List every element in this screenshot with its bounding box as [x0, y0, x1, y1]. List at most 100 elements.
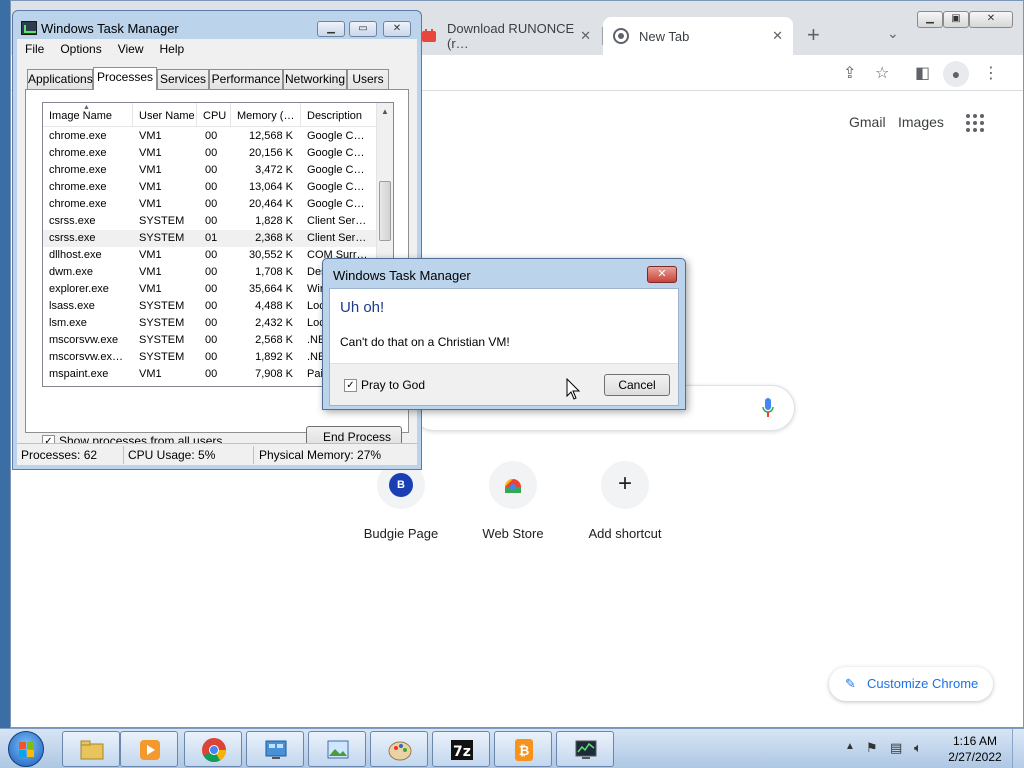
pray-to-god-checkbox[interactable]: ✓ Pray to God: [344, 378, 425, 392]
shortcut-label: Budgie Page: [363, 526, 439, 541]
cell-image: csrss.exe: [49, 215, 96, 227]
taskbar-explorer[interactable]: [62, 731, 120, 767]
cell-mem: 1,892 K: [255, 351, 293, 363]
budgie-icon: B: [389, 473, 413, 497]
table-row[interactable]: csrss.exe SYSTEM 01 2,368 K Client Ser…: [43, 230, 377, 247]
volume-icon[interactable]: 🔈︎: [914, 740, 922, 756]
tab-title: Download RUNONCE (r…: [447, 21, 575, 51]
column-cpu[interactable]: CPU: [197, 103, 231, 127]
cell-cpu: 00: [205, 334, 218, 346]
taskbar-chrome[interactable]: [184, 731, 242, 767]
status-divider: [123, 446, 124, 464]
tab-performance[interactable]: Performance: [209, 69, 283, 89]
table-row[interactable]: csrss.exe SYSTEM 00 1,828 K Client Ser…: [43, 213, 377, 230]
system-clock[interactable]: 1:16 AM 2/27/2022: [940, 733, 1010, 765]
scroll-up-icon[interactable]: ▲: [381, 107, 389, 116]
add-shortcut-button[interactable]: + Add shortcut: [569, 461, 681, 541]
control-panel-icon: [263, 737, 289, 763]
cell-mem: 2,368 K: [255, 232, 293, 244]
menu-view[interactable]: View: [110, 39, 152, 59]
clock-time: 1:16 AM: [952, 734, 998, 748]
svg-text:₿: ₿: [519, 744, 530, 759]
shortcut-web-store[interactable]: Web Store: [457, 461, 569, 541]
photo-viewer-icon: [325, 737, 351, 763]
customize-chrome-button[interactable]: ✎ Customize Chrome: [829, 667, 993, 701]
cell-cpu: 00: [205, 317, 218, 329]
menu-options[interactable]: Options: [52, 39, 109, 59]
table-row[interactable]: chrome.exe VM1 00 20,464 K Google C…: [43, 196, 377, 213]
cell-mem: 20,156 K: [248, 147, 293, 159]
menu-file[interactable]: File: [17, 39, 52, 59]
column-memory[interactable]: Memory (…: [231, 103, 301, 127]
column-description[interactable]: Description: [301, 103, 377, 127]
cell-user: VM1: [139, 181, 162, 193]
column-label: Image Name: [49, 110, 112, 122]
start-button[interactable]: [8, 731, 44, 767]
tab-title: New Tab: [639, 28, 690, 44]
scrollbar-thumb[interactable]: [379, 181, 391, 241]
close-icon[interactable]: ✕: [580, 28, 591, 44]
google-apps-icon[interactable]: [966, 114, 984, 132]
cell-cpu: 00: [205, 215, 218, 227]
network-icon[interactable]: ▤: [890, 740, 902, 756]
taskbar-task-manager[interactable]: [556, 731, 614, 767]
profile-icon[interactable]: ●: [943, 61, 969, 87]
dialog-close-button[interactable]: ✕: [647, 266, 677, 283]
microphone-icon[interactable]: [762, 398, 774, 418]
bookmark-star-icon[interactable]: ☆: [875, 63, 889, 83]
pencil-icon: ✎: [845, 676, 856, 691]
tab-download-runonce[interactable]: Download RUNONCE (r… ✕: [411, 17, 601, 55]
shortcut-tile: +: [601, 461, 649, 509]
cell-image: csrss.exe: [49, 232, 96, 244]
cell-mem: 12,568 K: [248, 130, 293, 142]
taskbar-paint[interactable]: [370, 731, 428, 767]
side-panel-icon[interactable]: ◧: [915, 63, 930, 83]
checkbox-icon[interactable]: ✓: [344, 378, 357, 392]
new-tab-button[interactable]: +: [807, 23, 820, 47]
table-row[interactable]: chrome.exe VM1 00 12,568 K Google C…: [43, 128, 377, 145]
close-button[interactable]: ✕: [969, 11, 1013, 28]
taskbar-bitcoin[interactable]: ₿: [494, 731, 552, 767]
table-row[interactable]: chrome.exe VM1 00 20,156 K Google C…: [43, 145, 377, 162]
cell-user: SYSTEM: [139, 232, 185, 244]
column-user-name[interactable]: User Name: [133, 103, 197, 127]
table-row[interactable]: chrome.exe VM1 00 3,472 K Google C…: [43, 162, 377, 179]
minimize-button[interactable]: ▁: [317, 21, 345, 37]
tab-new-tab[interactable]: New Tab ✕: [603, 17, 793, 55]
taskbar-photo-viewer[interactable]: [308, 731, 366, 767]
taskbar-media-player[interactable]: [120, 731, 178, 767]
maximize-button[interactable]: ▭: [349, 21, 377, 37]
close-button[interactable]: ✕: [383, 21, 411, 37]
folder-icon: [79, 737, 105, 763]
tab-services[interactable]: Services: [157, 69, 209, 89]
menu-help[interactable]: Help: [152, 39, 193, 59]
maximize-button[interactable]: ▣: [943, 11, 969, 28]
chevron-down-icon[interactable]: ⌄: [887, 25, 899, 42]
table-row[interactable]: chrome.exe VM1 00 13,064 K Google C…: [43, 179, 377, 196]
shortcut-budgie-page[interactable]: B Budgie Page: [345, 461, 457, 541]
error-dialog: Windows Task Manager ✕ Uh oh! Can't do t…: [322, 258, 686, 410]
show-desktop-button[interactable]: [1012, 729, 1024, 768]
mouse-cursor-icon: [566, 377, 581, 400]
cancel-button[interactable]: Cancel: [604, 374, 670, 396]
action-center-flag-icon[interactable]: ⚑: [866, 740, 878, 756]
clock-date: 2/27/2022: [948, 750, 1002, 764]
share-icon[interactable]: ⇪: [843, 63, 856, 83]
dialog-message: Can't do that on a Christian VM!: [340, 335, 510, 349]
tab-users[interactable]: Users: [347, 69, 389, 89]
taskbar-control-panel[interactable]: [246, 731, 304, 767]
column-image-name[interactable]: ▲ Image Name: [43, 103, 133, 127]
dialog-content: Uh oh! Can't do that on a Christian VM! …: [329, 288, 679, 406]
images-link[interactable]: Images: [898, 114, 944, 130]
cell-cpu: 00: [205, 181, 218, 193]
taskbar-7zip[interactable]: 7z: [432, 731, 490, 767]
gmail-link[interactable]: Gmail: [849, 114, 886, 130]
tab-applications[interactable]: Applications: [27, 69, 93, 89]
cell-mem: 1,828 K: [255, 215, 293, 227]
menu-icon[interactable]: ⋮: [983, 63, 999, 83]
tab-processes[interactable]: Processes: [93, 67, 157, 90]
show-hidden-icons-icon[interactable]: ▲: [845, 741, 855, 752]
minimize-button[interactable]: ▁: [917, 11, 943, 28]
close-icon[interactable]: ✕: [772, 28, 783, 44]
tab-networking[interactable]: Networking: [283, 69, 347, 89]
